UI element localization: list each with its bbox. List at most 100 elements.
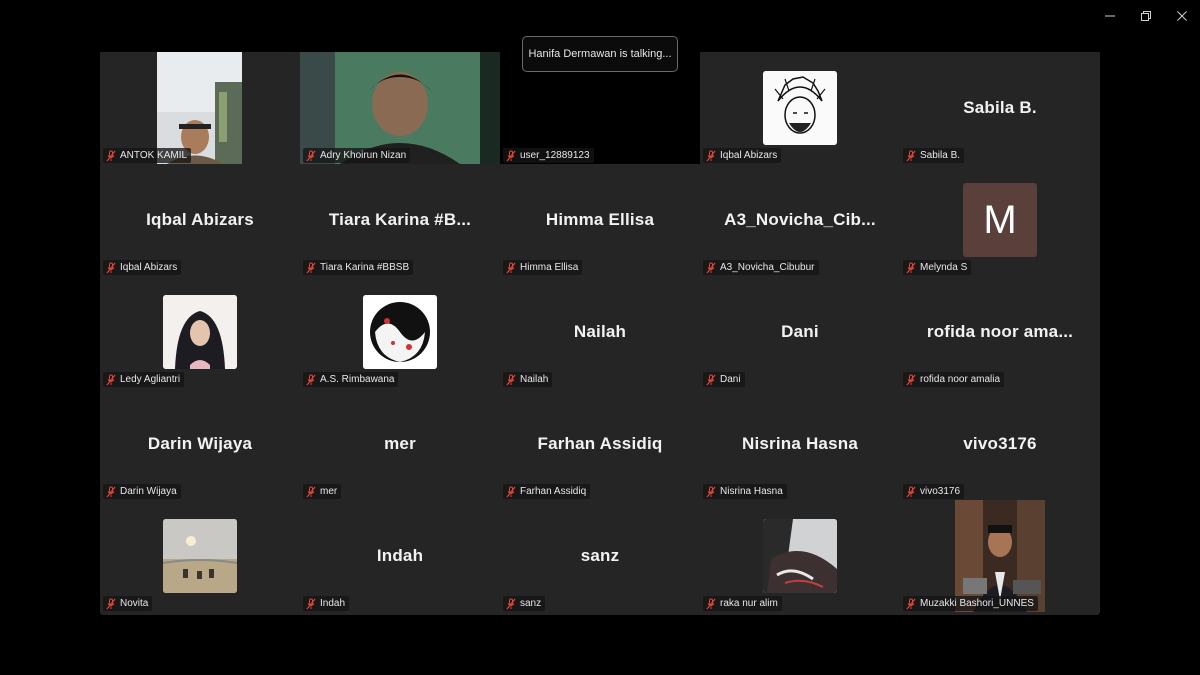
profile-picture [763,71,837,145]
participant-tile[interactable]: A.S. Rimbawana [300,276,500,388]
muted-mic-icon [305,150,317,162]
participant-name: A3_Novicha_Cibubur [720,262,815,273]
participant-name: Muzakki Bashori_UNNES [920,598,1034,609]
profile-picture [163,519,237,593]
participant-name: user_12889123 [520,150,590,161]
participant-name: Adry Khoirun Nizan [320,150,407,161]
participant-label: Tiara Karina #BBSB [303,260,414,275]
participant-label: Muzakki Bashori_UNNES [903,596,1038,611]
muted-mic-icon [305,374,317,386]
participant-name: sanz [520,598,542,609]
muted-mic-icon [105,374,117,386]
muted-mic-icon [305,598,317,610]
muted-mic-icon [905,150,917,162]
participant-label: Iqbal Abizars [103,260,182,275]
participant-label: Sabila B. [903,148,965,163]
participant-display-name: A3_Novicha_Cib... [724,210,876,229]
participant-label: Melynda S [903,260,972,275]
participant-display-name: Sabila B. [963,98,1037,117]
minimize-icon[interactable] [1092,0,1128,32]
participant-name: Tiara Karina #BBSB [320,262,410,273]
participant-tile[interactable]: Muzakki Bashori_UNNES [900,500,1100,612]
participant-tile[interactable]: Novita [100,500,300,612]
participant-display-name: Nailah [573,322,627,341]
participant-label: Adry Khoirun Nizan [303,148,411,163]
muted-mic-icon [905,374,917,386]
participant-tile[interactable]: Dani Dani [700,276,900,388]
participant-tile[interactable]: Nisrina Hasna Nisrina Hasna [700,388,900,500]
participant-name: Iqbal Abizars [120,262,178,273]
participant-label: mer [303,484,342,499]
participant-label: Nisrina Hasna [703,484,787,499]
participant-tile[interactable]: Himma Ellisa Himma Ellisa [500,164,700,276]
participant-tile[interactable]: Iqbal Abizars [700,52,900,164]
participant-tile[interactable]: mer mer [300,388,500,500]
close-icon[interactable] [1164,0,1200,32]
participant-tile[interactable]: A3_Novicha_Cib... A3_Novicha_Cibubur [700,164,900,276]
muted-mic-icon [105,262,117,274]
participant-tile[interactable]: Adry Khoirun Nizan [300,52,500,164]
participant-name: Farhan Assidiq [520,486,587,497]
participant-name: Darin Wijaya [120,486,177,497]
participant-display-name: Nisrina Hasna [742,434,858,453]
participant-tile[interactable]: Tiara Karina #B... Tiara Karina #BBSB [300,164,500,276]
restore-icon[interactable] [1128,0,1164,32]
participant-tile[interactable]: M Melynda S [900,164,1100,276]
participant-tile[interactable]: Ledy Agliantri [100,276,300,388]
muted-mic-icon [505,598,517,610]
muted-mic-icon [105,150,117,162]
participant-label: Farhan Assidiq [503,484,591,499]
participant-display-name: sanz [580,546,620,565]
participant-tile[interactable]: Indah Indah [300,500,500,612]
participant-label: vivo3176 [903,484,965,499]
muted-mic-icon [505,486,517,498]
participant-tile[interactable]: Darin Wijaya Darin Wijaya [100,388,300,500]
participant-tile[interactable]: Nailah Nailah [500,276,700,388]
muted-mic-icon [905,598,917,610]
participant-label: user_12889123 [503,148,594,163]
muted-mic-icon [105,486,117,498]
participant-name: vivo3176 [920,486,961,497]
participant-tile[interactable]: Farhan Assidiq Farhan Assidiq [500,388,700,500]
participant-name: Nailah [520,374,549,385]
participant-label: rofida noor amalia [903,372,1005,387]
muted-mic-icon [905,486,917,498]
muted-mic-icon [105,598,117,610]
participant-name: mer [320,486,338,497]
participant-label: Iqbal Abizars [703,148,782,163]
participant-name: A.S. Rimbawana [320,374,395,385]
participant-display-name: vivo3176 [963,434,1037,453]
participant-label: ANTOK KAMIL [103,148,192,163]
participant-tile[interactable]: ANTOK KAMIL [100,52,300,164]
participant-name: ANTOK KAMIL [120,150,188,161]
participant-label: A3_Novicha_Cibubur [703,260,819,275]
muted-mic-icon [505,150,517,162]
participant-name: Sabila B. [920,150,961,161]
profile-picture [763,519,837,593]
window-controls [1092,0,1200,32]
participant-display-name: mer [384,434,416,453]
muted-mic-icon [705,486,717,498]
participant-display-name: Dani [781,322,819,341]
participant-display-name: Himma Ellisa [545,210,655,229]
participant-tile[interactable]: Iqbal Abizars Iqbal Abizars [100,164,300,276]
profile-picture [363,295,437,369]
participant-name: Ledy Agliantri [120,374,181,385]
muted-mic-icon [905,262,917,274]
muted-mic-icon [505,262,517,274]
participant-label: Darin Wijaya [103,484,181,499]
participant-name: Himma Ellisa [520,262,579,273]
participant-tile[interactable]: Sabila B. Sabila B. [900,52,1100,164]
participant-tile[interactable]: sanz sanz [500,500,700,612]
participant-tile[interactable]: rofida noor ama... rofida noor amalia [900,276,1100,388]
participant-tile[interactable]: vivo3176 vivo3176 [900,388,1100,500]
participant-gallery: ANTOK KAMIL Adry Khoirun Nizan user_1288… [100,52,1100,615]
muted-mic-icon [305,486,317,498]
participant-label: Himma Ellisa [503,260,583,275]
participant-name: Iqbal Abizars [720,150,778,161]
participant-tile[interactable]: raka nur alim [700,500,900,612]
participant-display-name: Farhan Assidiq [537,434,663,453]
talking-indicator: Hanifa Dermawan is talking... [522,36,678,72]
muted-mic-icon [705,374,717,386]
participant-label: Ledy Agliantri [103,372,185,387]
